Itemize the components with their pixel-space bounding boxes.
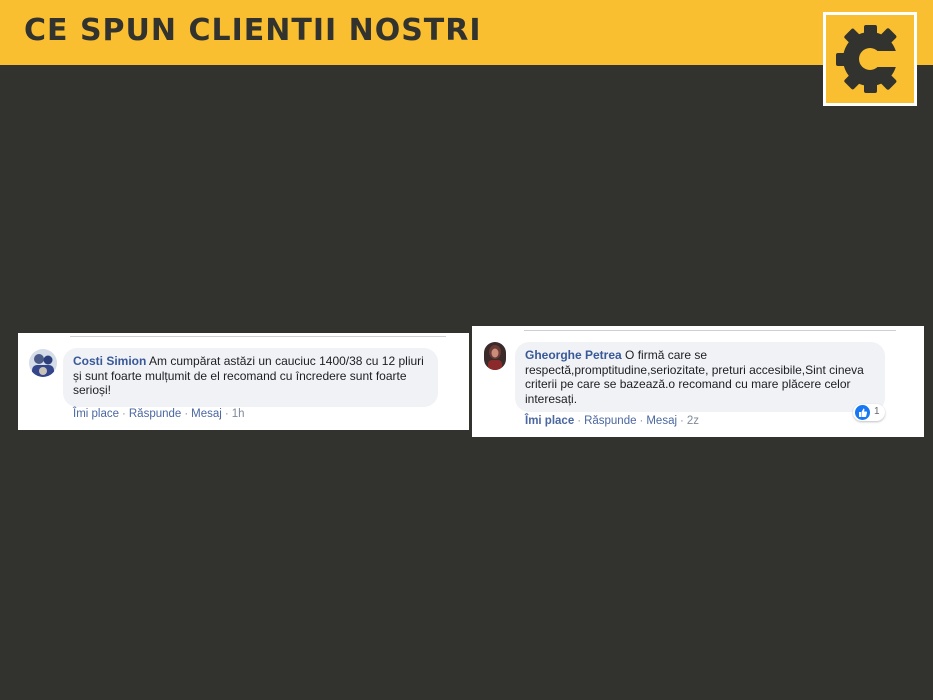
comment-time[interactable]: 1h [232,408,245,420]
reaction-count: 1 [874,406,880,417]
page-title: CE SPUN CLIENTII NOSTRI [24,13,482,48]
reply-link[interactable]: Răspunde [584,415,636,427]
divider [524,330,896,331]
like-link[interactable]: Îmi place [73,408,119,420]
avatar[interactable] [29,349,57,377]
message-link[interactable]: Mesaj [646,415,677,427]
gear-c-logo-icon [836,25,908,93]
comment-author[interactable]: Gheorghe Petrea [525,348,622,362]
comment-card: Costi Simion Am cumpărat astăzi un cauci… [18,333,469,430]
comment-author[interactable]: Costi Simion [73,354,146,368]
message-link[interactable]: Mesaj [191,408,222,420]
comment-card: Gheorghe Petrea O firmă care se respectă… [472,326,924,437]
comment-bubble: Costi Simion Am cumpărat astăzi un cauci… [63,348,438,407]
comment-bubble: Gheorghe Petrea O firmă care se respectă… [515,342,885,412]
comment-actions: Îmi place · Răspunde · Mesaj · 1h [73,408,245,420]
company-logo [823,12,917,106]
like-link[interactable]: Îmi place [525,415,574,427]
comment-time[interactable]: 2z [687,415,699,427]
avatar[interactable] [484,342,506,370]
divider [70,336,446,337]
reaction-badge[interactable]: 1 [853,404,885,421]
reply-link[interactable]: Răspunde [129,408,181,420]
comment-actions: Îmi place · Răspunde · Mesaj · 2z [525,415,700,427]
title-banner: CE SPUN CLIENTII NOSTRI [0,0,933,65]
like-icon [855,405,870,420]
